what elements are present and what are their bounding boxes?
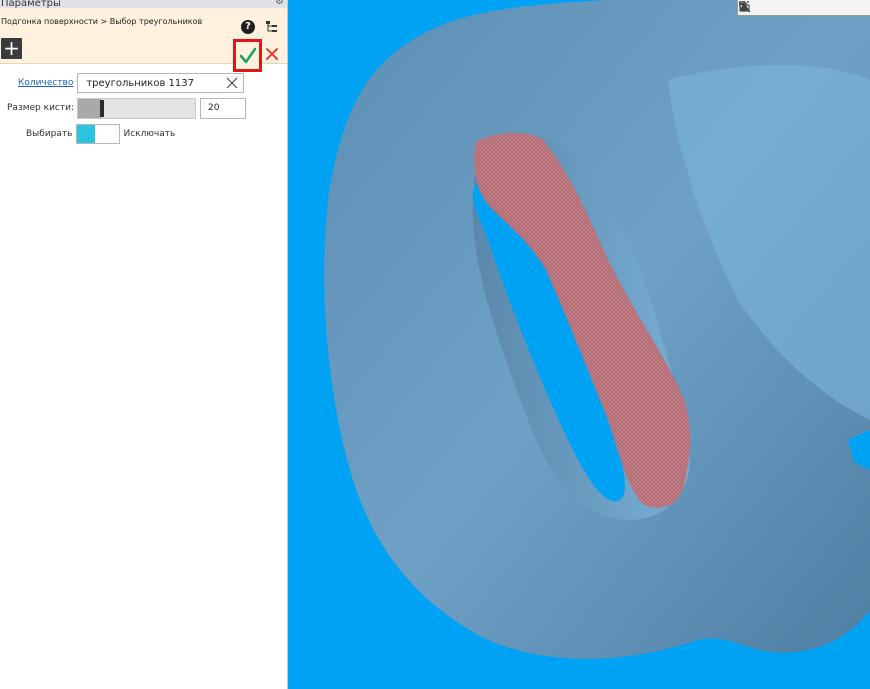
view-frame-icon[interactable] — [739, 0, 770, 16]
help-icon[interactable]: ? — [241, 20, 255, 34]
select-exclude-row: Выбирать Исключать — [26, 123, 175, 145]
count-field[interactable]: треугольников 1137 — [77, 73, 245, 93]
count-value: треугольников 1137 — [86, 77, 194, 89]
3d-viewport[interactable] — [288, 0, 870, 689]
app-window: Параметры ⚙ Подгонка поверхности > Выбор… — [0, 0, 870, 689]
tree-icon[interactable] — [265, 20, 279, 34]
brush-size-input[interactable]: 20 — [200, 97, 246, 119]
plus-icon[interactable]: + — [1, 38, 22, 59]
breadcrumb: Подгонка поверхности > Выбор треугольник… — [1, 17, 203, 26]
mesh-scene — [324, 0, 870, 659]
operation-header: Подгонка поверхности > Выбор треугольник… — [0, 8, 287, 72]
select-exclude-toggle[interactable] — [76, 124, 121, 144]
exclude-label: Исключать — [123, 129, 176, 139]
panel-title: Параметры — [1, 0, 61, 8]
slider-fill — [78, 98, 102, 118]
zoom-icon[interactable] — [738, 0, 786, 16]
brush-size-label: Размер кисти: — [7, 103, 74, 113]
check-icon — [239, 47, 256, 63]
brush-size-row: Размер кисти: 20 — [7, 97, 246, 119]
gear-icon[interactable]: ⚙ — [275, 0, 284, 7]
count-link[interactable]: Количество — [18, 78, 73, 88]
count-row: Количество треугольников 1137 — [18, 72, 245, 94]
view-orient-icon[interactable] — [740, 0, 818, 16]
view-3d-icon[interactable] — [740, 0, 834, 16]
panel-title-bar: Параметры ⚙ — [0, 0, 287, 8]
chevron-down-icon[interactable] — [739, 0, 802, 16]
parameters-panel: Параметры ⚙ Подгонка поверхности > Выбор… — [0, 0, 288, 689]
toggle-knob — [77, 125, 96, 143]
view-toolbar — [737, 0, 870, 16]
close-icon[interactable] — [265, 47, 279, 61]
select-label: Выбирать — [26, 129, 73, 139]
clear-icon[interactable] — [226, 77, 238, 89]
confirm-button[interactable] — [233, 39, 262, 72]
slider-thumb[interactable] — [100, 99, 105, 117]
brush-size-slider[interactable] — [77, 97, 196, 119]
